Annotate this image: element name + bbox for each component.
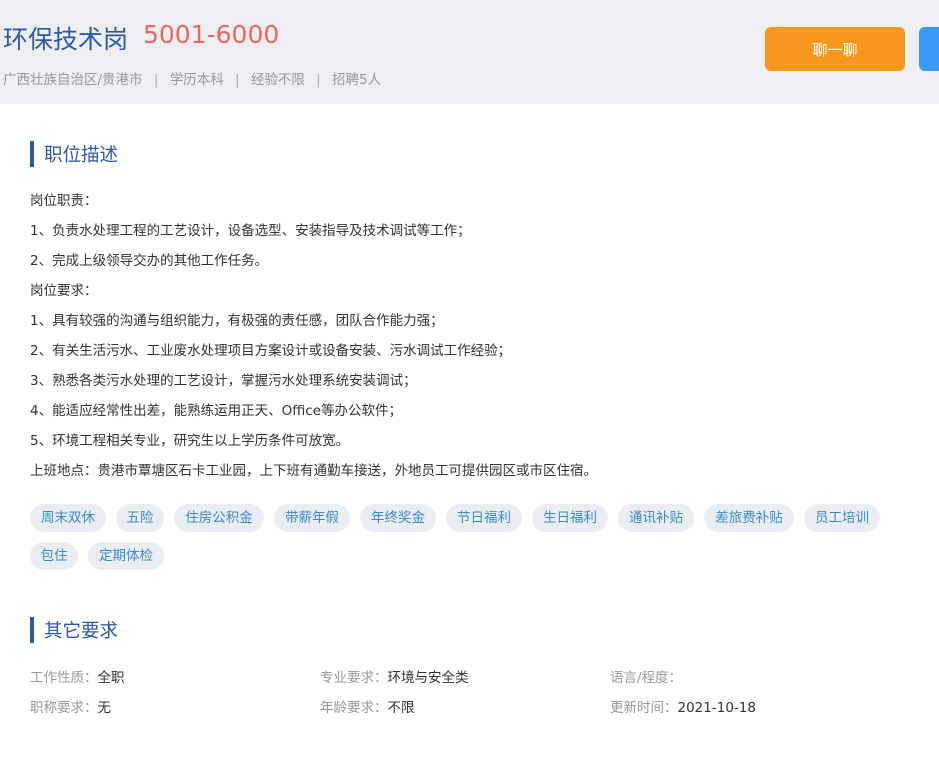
education-text: 学历本科 xyxy=(169,72,224,88)
requirement-value: 不限 xyxy=(387,700,415,716)
description-line: 岗位要求： xyxy=(30,283,98,299)
requirement-item: 工作性质：全职 xyxy=(30,666,125,686)
description-line: 4、能适应经常性出差，能熟练运用正天、Office等办公软件； xyxy=(30,403,402,419)
benefit-tag: 生日福利 xyxy=(532,504,608,532)
requirement-label: 语言/程度： xyxy=(610,670,683,686)
location-text: 广西壮族自治区/贵港市 xyxy=(3,72,143,88)
requirement-item: 年龄要求：不限 xyxy=(320,696,415,716)
description-line: 3、熟悉各类污水处理的工艺设计，掌握污水处理系统安装调试； xyxy=(30,373,417,389)
benefit-tag: 通讯补贴 xyxy=(618,504,694,532)
description-line: 5、环境工程相关专业，研究生以上学历条件可放宽。 xyxy=(30,433,350,449)
requirement-value: 2021-10-18 xyxy=(677,700,756,716)
requirement-item: 职称要求：无 xyxy=(30,696,111,716)
chat-button[interactable]: 聊一聊 xyxy=(765,27,905,71)
section-other-requirements: 其它要求 xyxy=(30,617,118,643)
benefit-tag: 包住 xyxy=(30,542,78,570)
description-line: 2、完成上级领导交办的其他工作任务。 xyxy=(30,253,269,269)
section-marker xyxy=(30,617,34,643)
benefit-tag: 五险 xyxy=(116,504,164,532)
job-description-body: 岗位职责： 1、负责水处理工程的工艺设计，设备选型、安装指导及技术调试等工作； … xyxy=(30,186,910,486)
benefit-tag: 周末双休 xyxy=(30,504,106,532)
meta-divider: | xyxy=(235,72,240,88)
benefit-tag: 带薪年假 xyxy=(274,504,350,532)
description-line: 岗位职责： xyxy=(30,193,98,209)
headcount-text: 招聘5人 xyxy=(332,72,382,88)
requirement-label: 年龄要求： xyxy=(320,700,388,716)
requirement-value: 无 xyxy=(97,700,112,716)
benefit-tag: 员工培训 xyxy=(804,504,880,532)
requirement-label: 职称要求： xyxy=(30,700,98,716)
job-title: 环保技术岗 xyxy=(3,25,129,54)
requirement-item: 更新时间：2021-10-18 xyxy=(610,696,756,716)
meta-divider: | xyxy=(316,72,321,88)
requirement-label: 专业要求： xyxy=(320,670,388,686)
description-line: 上班地点：贵港市覃塘区石卡工业园，上下班有通勤车接送，外地员工可提供园区或市区住… xyxy=(30,463,597,479)
requirement-value: 全职 xyxy=(97,670,125,686)
description-line: 1、负责水处理工程的工艺设计，设备选型、安装指导及技术调试等工作； xyxy=(30,223,471,239)
requirement-label: 工作性质： xyxy=(30,670,98,686)
benefit-tag: 差旅费补贴 xyxy=(704,504,794,532)
requirement-value: 环境与安全类 xyxy=(387,670,469,686)
description-line: 2、有关生活污水、工业废水处理项目方案设计或设备安装、污水调试工作经验； xyxy=(30,343,512,359)
meta-divider: | xyxy=(153,72,159,88)
section-marker xyxy=(30,141,34,167)
benefit-tag: 住房公积金 xyxy=(174,504,264,532)
job-meta: 广西壮族自治区/贵港市 | 学历本科 | 经验不限 | 招聘5人 xyxy=(3,68,381,88)
apply-button[interactable] xyxy=(919,27,939,71)
experience-text: 经验不限 xyxy=(250,72,305,88)
section-title: 职位描述 xyxy=(44,145,119,166)
benefit-tag: 节日福利 xyxy=(446,504,522,532)
requirement-item: 专业要求：环境与安全类 xyxy=(320,666,469,686)
requirement-item: 语言/程度： xyxy=(610,666,682,686)
benefit-tag: 年终奖金 xyxy=(360,504,436,532)
salary-range: 5001-6000 xyxy=(143,20,280,49)
job-header: 环保技术岗 5001-6000 广西壮族自治区/贵港市 | 学历本科 | 经验不… xyxy=(0,0,939,104)
benefit-tag: 定期体检 xyxy=(88,542,164,570)
section-title: 其它要求 xyxy=(44,621,119,642)
requirement-label: 更新时间： xyxy=(610,700,678,716)
section-job-description: 职位描述 xyxy=(30,141,118,167)
description-line: 1、具有较强的沟通与组织能力，有极强的责任感，团队合作能力强； xyxy=(30,313,444,329)
